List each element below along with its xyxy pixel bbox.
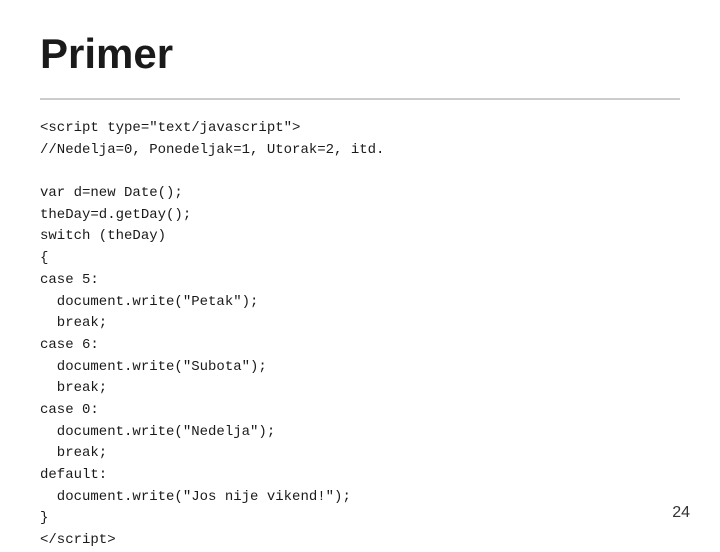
- divider: [40, 98, 680, 100]
- slide-title: Primer: [40, 30, 680, 78]
- code-block: <script type="text/javascript"> //Nedelj…: [40, 118, 680, 552]
- page-number: 24: [672, 504, 690, 522]
- slide: Primer <script type="text/javascript"> /…: [0, 0, 720, 540]
